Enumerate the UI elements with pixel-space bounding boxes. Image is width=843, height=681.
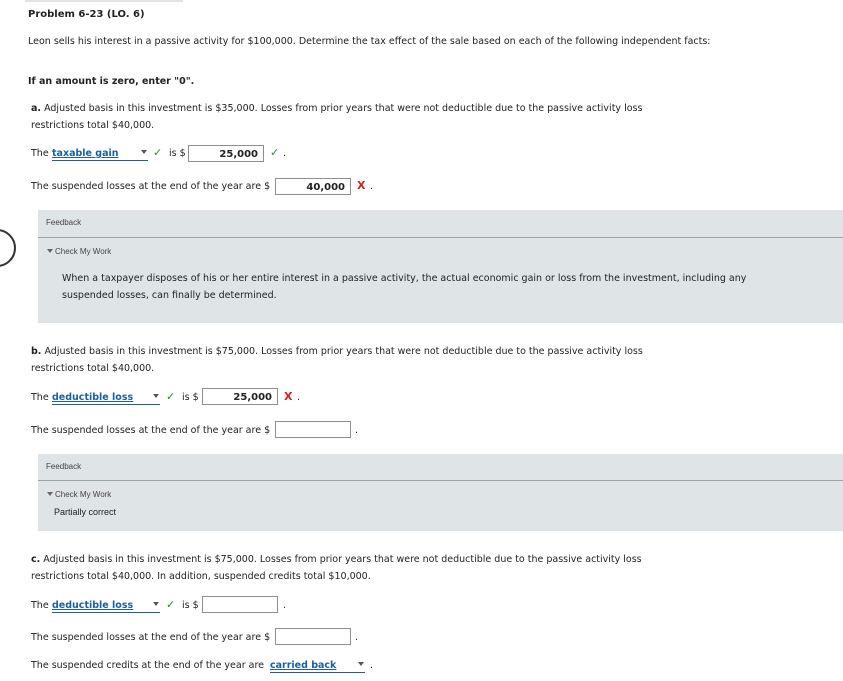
chevron-down-icon bbox=[358, 662, 364, 666]
part-c-text: c. Adjusted basis in this investment is … bbox=[31, 551, 681, 585]
part-c-credits-select[interactable]: carried back bbox=[270, 659, 365, 673]
part-a-feedback-panel: Feedback Check My Work When a taxpayer d… bbox=[38, 210, 843, 323]
part-b-is-label: is $ bbox=[182, 392, 199, 403]
problem-intro: Leon sells his interest in a passive act… bbox=[28, 36, 711, 47]
part-b-gain-loss-select[interactable]: deductible loss bbox=[52, 391, 160, 405]
part-c-label: c. bbox=[31, 554, 41, 565]
part-c-description: Adjusted basis in this investment is $75… bbox=[31, 554, 642, 582]
part-b-feedback-panel: Feedback Check My Work Partially correct bbox=[38, 454, 843, 531]
part-c-select-value: deductible loss bbox=[52, 600, 134, 611]
zero-instruction: If an amount is zero, enter "0". bbox=[28, 76, 195, 87]
cross-icon: X bbox=[284, 390, 293, 403]
chevron-down-icon bbox=[141, 150, 147, 154]
period-text: . bbox=[355, 632, 359, 643]
part-a-amount-input[interactable]: 25,000 bbox=[188, 145, 264, 162]
part-b-text: b. Adjusted basis in this investment is … bbox=[31, 343, 681, 377]
part-b-suspended-label: The suspended losses at the end of the y… bbox=[31, 425, 271, 436]
part-a-gain-loss-select[interactable]: taxable gain bbox=[52, 147, 148, 161]
part-a-suspended-label: The suspended losses at the end of the y… bbox=[31, 181, 271, 192]
feedback-header: Feedback bbox=[46, 462, 82, 471]
feedback-divider bbox=[38, 237, 843, 238]
check-my-work-label: Check My Work bbox=[55, 490, 112, 499]
cross-icon: X bbox=[357, 179, 366, 192]
part-a-is-label: is $ bbox=[169, 148, 186, 159]
part-c-suspended-losses-input[interactable] bbox=[275, 628, 351, 645]
check-icon: ✓ bbox=[166, 598, 176, 611]
period-text: . bbox=[283, 148, 287, 159]
part-a-text: a. Adjusted basis in this investment is … bbox=[31, 100, 681, 134]
chevron-down-icon bbox=[153, 394, 159, 398]
triangle-down-icon bbox=[47, 249, 53, 253]
part-c-is-label: is $ bbox=[182, 600, 199, 611]
part-c-credits-select-value: carried back bbox=[270, 660, 337, 671]
top-divider bbox=[25, 0, 183, 2]
part-a-suspended-input[interactable]: 40,000 bbox=[275, 178, 351, 195]
part-a-select-value: taxable gain bbox=[52, 148, 119, 159]
part-b-suspended-input[interactable] bbox=[275, 421, 351, 438]
side-circle-icon bbox=[0, 229, 16, 267]
part-b-description: Adjusted basis in this investment is $75… bbox=[31, 346, 643, 374]
part-a-description: Adjusted basis in this investment is $35… bbox=[31, 103, 643, 131]
period-text: . bbox=[370, 660, 374, 671]
period-text: . bbox=[283, 600, 287, 611]
part-c-row1-prefix: The bbox=[31, 600, 49, 611]
part-b-row1-prefix: The bbox=[31, 392, 49, 403]
part-c-suspended-losses-label: The suspended losses at the end of the y… bbox=[31, 632, 271, 643]
feedback-text: When a taxpayer disposes of his or her e… bbox=[62, 273, 747, 301]
part-c-amount-input[interactable] bbox=[202, 596, 278, 613]
chevron-down-icon bbox=[153, 602, 159, 606]
part-a-row1-prefix: The bbox=[31, 148, 49, 159]
check-icon: ✓ bbox=[166, 390, 176, 403]
period-text: . bbox=[370, 181, 374, 192]
part-b-amount-input[interactable]: 25,000 bbox=[202, 388, 278, 405]
feedback-divider bbox=[38, 480, 843, 481]
period-text: . bbox=[297, 392, 301, 403]
part-a-label: a. bbox=[31, 103, 42, 114]
part-c-gain-loss-select[interactable]: deductible loss bbox=[52, 599, 160, 613]
check-my-work-toggle[interactable]: Check My Work bbox=[47, 490, 111, 499]
check-my-work-label: Check My Work bbox=[55, 247, 112, 256]
feedback-status: Partially correct bbox=[54, 507, 117, 517]
triangle-down-icon bbox=[47, 492, 53, 496]
problem-title: Problem 6-23 (LO. 6) bbox=[28, 9, 145, 20]
check-my-work-toggle[interactable]: Check My Work bbox=[47, 247, 111, 256]
part-c-suspended-credits-label: The suspended credits at the end of the … bbox=[31, 660, 265, 671]
feedback-header: Feedback bbox=[46, 218, 82, 227]
part-b-label: b. bbox=[31, 346, 42, 357]
check-icon: ✓ bbox=[270, 146, 280, 159]
period-text: . bbox=[355, 425, 359, 436]
part-b-select-value: deductible loss bbox=[52, 392, 134, 403]
check-icon: ✓ bbox=[153, 146, 163, 159]
